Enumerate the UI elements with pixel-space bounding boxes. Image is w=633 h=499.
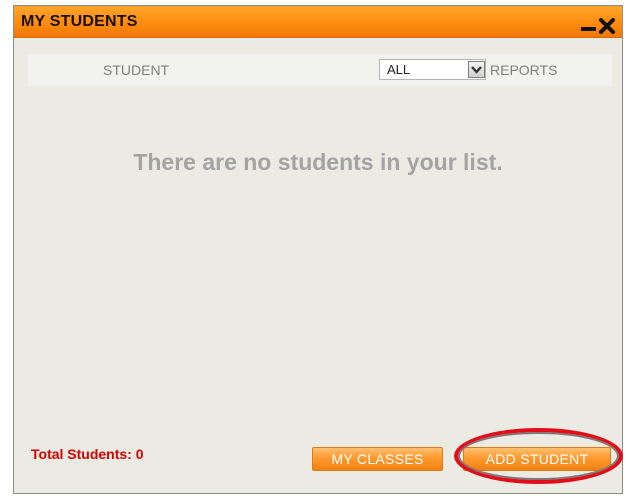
title-bar: MY STUDENTS bbox=[14, 6, 622, 38]
filter-select[interactable]: ALL bbox=[379, 59, 486, 80]
total-students: Total Students: 0 bbox=[31, 446, 144, 462]
filter-value: ALL bbox=[387, 62, 411, 77]
list-header: STUDENT ALL REPORTS bbox=[28, 54, 612, 86]
empty-list-message: There are no students in your list. bbox=[133, 149, 503, 175]
my-classes-button[interactable]: MY CLASSES bbox=[312, 447, 443, 471]
minimize-icon[interactable] bbox=[581, 27, 596, 31]
chevron-down-icon bbox=[471, 66, 482, 74]
total-students-count: 0 bbox=[135, 446, 144, 462]
my-students-window: MY STUDENTS STUDENT ALL REPORTS There ar… bbox=[13, 5, 623, 494]
student-column-header: STUDENT bbox=[103, 62, 170, 78]
reports-column-header: REPORTS bbox=[490, 62, 558, 78]
add-student-button[interactable]: ADD STUDENT bbox=[463, 447, 611, 471]
total-students-label: Total Students: bbox=[31, 446, 132, 462]
dropdown-button[interactable] bbox=[468, 61, 485, 78]
window-title: MY STUDENTS bbox=[21, 13, 138, 30]
close-icon[interactable] bbox=[599, 18, 615, 34]
